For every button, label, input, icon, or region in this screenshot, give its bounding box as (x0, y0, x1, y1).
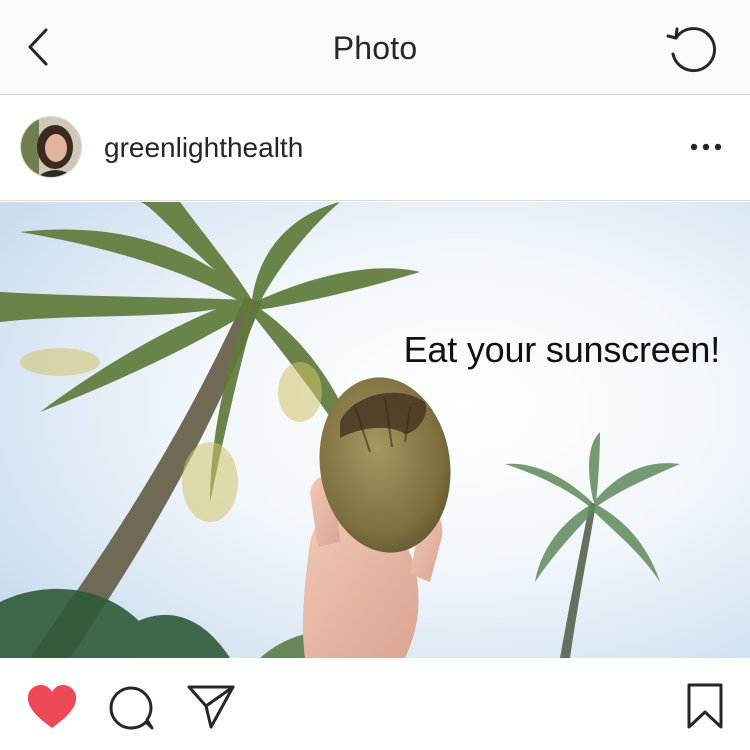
share-button[interactable] (186, 684, 236, 735)
refresh-button[interactable] (664, 24, 720, 76)
like-button[interactable] (26, 684, 78, 735)
avatar[interactable] (20, 116, 82, 178)
heart-icon (27, 685, 77, 728)
post-actions-bar (0, 658, 750, 750)
refresh-icon (666, 27, 716, 73)
photo-caption: Eat your sunscreen! (403, 329, 721, 370)
coconut-palm-photo (0, 202, 750, 658)
send-icon (187, 685, 235, 729)
post-header: greenlighthealth (0, 96, 750, 201)
save-button[interactable] (686, 682, 724, 735)
page-title: Photo (332, 30, 418, 66)
bookmark-icon (687, 683, 723, 729)
more-options-icon (690, 143, 722, 151)
top-nav-bar: Photo (0, 0, 750, 95)
comment-icon (109, 686, 154, 730)
more-options-button[interactable] (684, 136, 728, 158)
avatar-image (21, 117, 81, 177)
post-image[interactable]: Eat your sunscreen! (0, 202, 750, 658)
comment-button[interactable] (108, 684, 156, 737)
post-username[interactable]: greenlighthealth (104, 132, 303, 164)
